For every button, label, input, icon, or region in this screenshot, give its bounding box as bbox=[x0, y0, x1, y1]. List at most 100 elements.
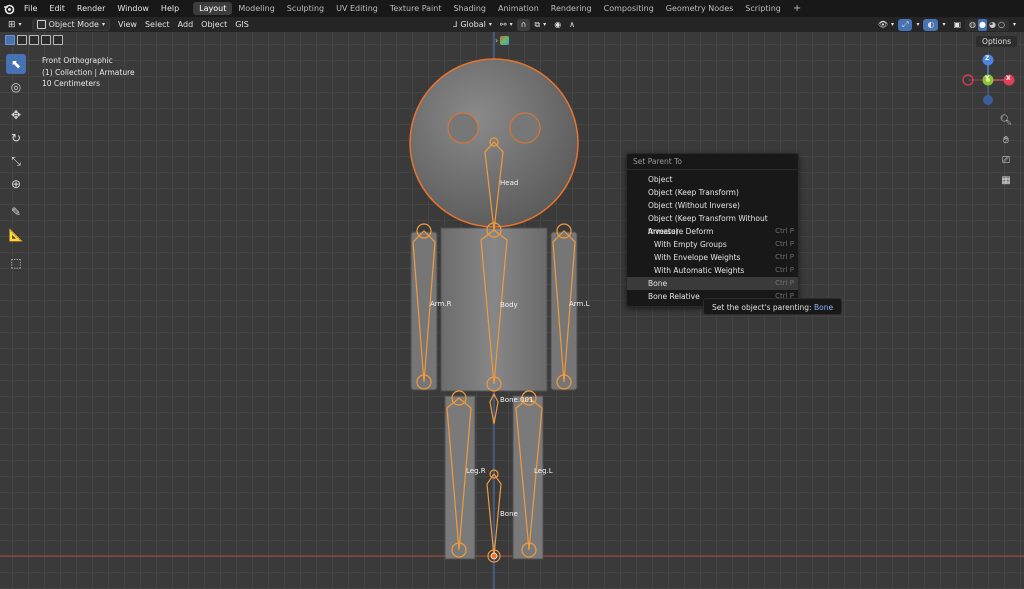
scale-icon: ⤡ bbox=[11, 153, 21, 168]
ruler-icon: 📐 bbox=[8, 228, 24, 242]
cursor-tool-button[interactable]: ◎ bbox=[6, 77, 26, 97]
bone-label-bone: Bone bbox=[500, 510, 518, 518]
falloff-button[interactable]: ∧ bbox=[565, 19, 579, 31]
eye-left-mesh[interactable] bbox=[509, 112, 541, 144]
solid-shading-icon[interactable]: ● bbox=[978, 18, 988, 31]
tab-uv-editing[interactable]: UV Editing bbox=[330, 2, 384, 15]
select-tool-button[interactable]: ⬉ bbox=[6, 54, 26, 74]
menu-item-object-without-inverse[interactable]: Object (Without Inverse) bbox=[627, 199, 798, 212]
menu-window[interactable]: Window bbox=[111, 0, 155, 17]
origin-marker bbox=[490, 552, 498, 560]
overlay-menu-button[interactable]: ▾ bbox=[938, 19, 949, 31]
bone-label-arm-r: Arm.R bbox=[430, 300, 452, 308]
menu-add[interactable]: Add bbox=[174, 19, 198, 31]
arm-right-mesh[interactable] bbox=[410, 231, 438, 391]
hand-icon: ✋︎ bbox=[1003, 134, 1009, 146]
rotate-icon: ↻ bbox=[10, 131, 22, 145]
3d-viewport[interactable]: Options Z Y X › Head Arm.R Body Arm.L Bo… bbox=[0, 32, 1024, 589]
menu-item-with-envelope-weights[interactable]: With Envelope Weights Ctrl P bbox=[627, 251, 798, 264]
scale-tool-button[interactable]: ⤡ bbox=[6, 151, 26, 171]
tab-shading[interactable]: Shading bbox=[447, 2, 492, 15]
pan-button[interactable]: ✋︎ bbox=[998, 132, 1014, 148]
scene-canvas bbox=[0, 32, 1024, 589]
mode-label: Object Mode bbox=[48, 19, 99, 29]
eye-right-mesh[interactable] bbox=[447, 112, 479, 144]
perspective-toggle-button[interactable]: ▦ bbox=[998, 172, 1014, 188]
menu-title: Set Parent To bbox=[627, 154, 798, 170]
gizmo-toggle-button[interactable]: ⤢ bbox=[898, 18, 913, 31]
cube-icon bbox=[500, 36, 510, 45]
transform-tool-button[interactable]: ⊕ bbox=[6, 174, 26, 194]
snap-target-icon: ⧉ bbox=[534, 19, 541, 29]
menu-item-object-keep-transform-without-inverse[interactable]: Object (Keep Transform Without Inverse) bbox=[627, 212, 798, 236]
gizmo-z-label: Z bbox=[985, 55, 990, 62]
visibility-button[interactable]: 👁 ▾ bbox=[874, 19, 898, 31]
move-tool-button[interactable]: ✥ bbox=[6, 105, 26, 125]
tab-layout[interactable]: Layout bbox=[193, 2, 233, 15]
menu-edit[interactable]: Edit bbox=[43, 0, 71, 17]
rendered-shading-icon[interactable]: ○ bbox=[998, 19, 1005, 31]
mode-select[interactable]: Object Mode ▾ bbox=[31, 18, 110, 31]
shading-menu-button[interactable]: ▾ bbox=[1009, 19, 1020, 31]
menu-select[interactable]: Select bbox=[141, 19, 174, 31]
tab-geometry-nodes[interactable]: Geometry Nodes bbox=[660, 2, 739, 15]
menu-item-armature-deform[interactable]: Armature Deform Ctrl P bbox=[627, 225, 798, 238]
snap-button[interactable]: ∩ bbox=[516, 18, 531, 31]
proportional-icon: ◉ bbox=[554, 19, 562, 29]
gizmo-y-label: Y bbox=[985, 75, 990, 82]
head-mesh[interactable] bbox=[409, 58, 579, 228]
overlay-toggle-button[interactable]: ◐ bbox=[923, 18, 939, 31]
menu-file[interactable]: File bbox=[18, 0, 43, 17]
proportional-edit-button[interactable]: ◉ bbox=[550, 19, 565, 31]
measure-tool-button[interactable]: 📐 bbox=[6, 225, 26, 245]
camera-icon: ⎚ bbox=[1002, 154, 1010, 166]
add-workspace-button[interactable]: + bbox=[787, 3, 807, 14]
collection-info: (1) Collection | Armature bbox=[42, 67, 135, 77]
tab-rendering[interactable]: Rendering bbox=[545, 2, 598, 15]
gizmo-menu-button[interactable]: ▾ bbox=[912, 19, 923, 31]
editor-type-icon: ⊞ bbox=[8, 19, 16, 30]
menu-object[interactable]: Object bbox=[197, 19, 231, 31]
snap-target-button[interactable]: ⧉ ▾ bbox=[530, 19, 550, 31]
view-mode-toggle[interactable]: › bbox=[495, 36, 510, 45]
rotate-tool-button[interactable]: ↻ bbox=[6, 128, 26, 148]
menu-item-bone[interactable]: Bone Ctrl P bbox=[627, 277, 798, 290]
body-mesh[interactable] bbox=[440, 227, 548, 392]
tab-animation[interactable]: Animation bbox=[492, 2, 545, 15]
menu-item-object[interactable]: Object bbox=[627, 173, 798, 186]
tab-compositing[interactable]: Compositing bbox=[598, 2, 660, 15]
tab-modeling[interactable]: Modeling bbox=[232, 2, 280, 15]
tab-texture-paint[interactable]: Texture Paint bbox=[384, 2, 448, 15]
tooltip: Set the object's parenting: Bone bbox=[703, 298, 843, 315]
pivot-button[interactable]: ⚯ ▾ bbox=[496, 19, 517, 31]
add-cube-icon: ⬚ bbox=[10, 256, 22, 270]
menu-item-with-automatic-weights[interactable]: With Automatic Weights Ctrl P bbox=[627, 264, 798, 277]
wireframe-shading-icon[interactable]: ◍ bbox=[969, 19, 976, 31]
menu-help[interactable]: Help bbox=[155, 0, 185, 17]
zoom-button[interactable]: 🔍︎ bbox=[998, 112, 1014, 128]
arm-left-mesh[interactable] bbox=[550, 231, 578, 391]
menu-gis[interactable]: GIS bbox=[231, 19, 253, 31]
material-shading-icon[interactable]: ◕ bbox=[989, 19, 996, 31]
menu-view[interactable]: View bbox=[114, 19, 141, 31]
blender-logo-icon[interactable] bbox=[0, 0, 18, 17]
chevron-down-icon: ▾ bbox=[101, 20, 105, 28]
add-cube-tool-button[interactable]: ⬚ bbox=[6, 253, 26, 273]
camera-view-button[interactable]: ⎚ bbox=[998, 152, 1014, 168]
menu-item-with-empty-groups[interactable]: With Empty Groups Ctrl P bbox=[627, 238, 798, 251]
xray-icon: ▣ bbox=[953, 19, 962, 29]
menu-render[interactable]: Render bbox=[71, 0, 111, 17]
tab-sculpting[interactable]: Sculpting bbox=[281, 2, 330, 15]
editor-type-button[interactable]: ⊞ ▾ bbox=[4, 19, 26, 31]
annotate-tool-button[interactable]: ✎ bbox=[6, 202, 26, 222]
tab-scripting[interactable]: Scripting bbox=[739, 2, 787, 15]
bone-label-head: Head bbox=[500, 179, 519, 187]
tooltip-value: Bone bbox=[813, 303, 834, 312]
bone-label-bone001: Bone.001 bbox=[500, 396, 534, 404]
set-parent-menu: Set Parent To Object Object (Keep Transf… bbox=[626, 153, 799, 307]
gizmo-icon: ⤢ bbox=[902, 19, 909, 29]
menu-item-object-keep-transform[interactable]: Object (Keep Transform) bbox=[627, 186, 798, 199]
gizmo-neg-z-icon[interactable] bbox=[983, 95, 993, 105]
orientation-select[interactable]: ⅃ Global ▾ bbox=[449, 19, 496, 31]
xray-button[interactable]: ▣ bbox=[949, 19, 965, 31]
